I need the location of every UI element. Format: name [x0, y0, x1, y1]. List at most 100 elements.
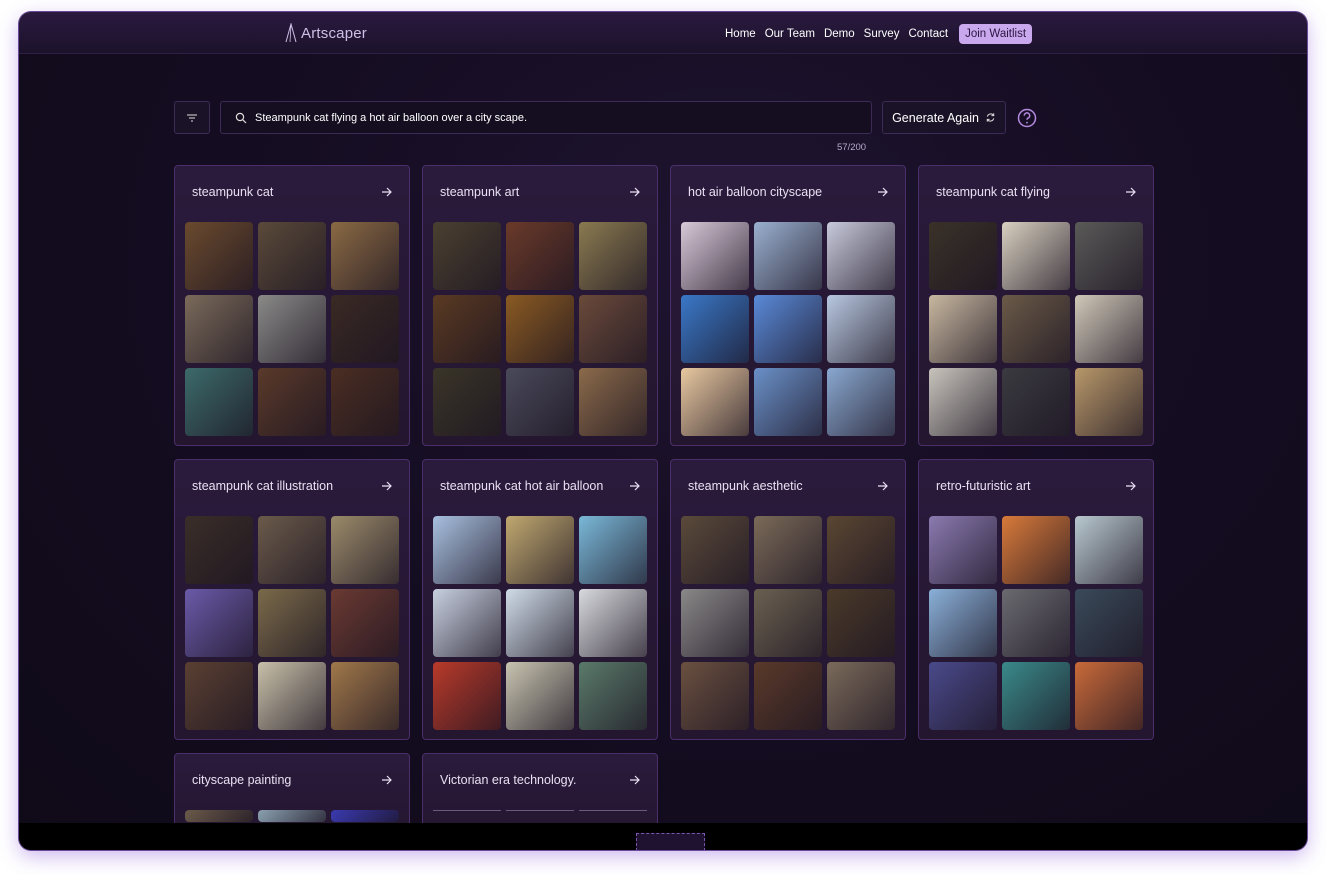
help-icon[interactable]	[1017, 108, 1037, 128]
result-thumbnail[interactable]	[331, 662, 399, 730]
result-thumbnail[interactable]	[331, 295, 399, 363]
result-thumbnail[interactable]	[929, 368, 997, 436]
result-card[interactable]: steampunk cat hot air balloon	[422, 459, 658, 740]
result-thumbnail[interactable]	[681, 589, 749, 657]
result-thumbnail[interactable]	[331, 368, 399, 436]
generate-again-button[interactable]: Generate Again	[882, 101, 1006, 134]
result-thumbnail[interactable]	[827, 589, 895, 657]
result-thumbnail[interactable]	[754, 516, 822, 584]
result-thumbnail[interactable]	[579, 516, 647, 584]
arrow-right-icon[interactable]	[877, 186, 889, 198]
result-thumbnail[interactable]	[506, 295, 574, 363]
result-thumbnail[interactable]	[754, 222, 822, 290]
result-thumbnail[interactable]	[929, 662, 997, 730]
nav-demo[interactable]: Demo	[824, 28, 855, 40]
result-thumbnail[interactable]	[331, 810, 399, 822]
result-thumbnail[interactable]	[681, 222, 749, 290]
result-thumbnail[interactable]	[827, 222, 895, 290]
result-thumbnail[interactable]	[579, 222, 647, 290]
result-thumbnail[interactable]	[258, 662, 326, 730]
result-thumbnail[interactable]	[1075, 222, 1143, 290]
result-thumbnail[interactable]	[827, 368, 895, 436]
result-thumbnail[interactable]	[1075, 589, 1143, 657]
result-thumbnail[interactable]	[1002, 222, 1070, 290]
result-thumbnail[interactable]	[579, 295, 647, 363]
result-card[interactable]: hot air balloon cityscape	[670, 165, 906, 446]
arrow-right-icon[interactable]	[381, 186, 393, 198]
result-card[interactable]: steampunk art	[422, 165, 658, 446]
result-thumbnail[interactable]	[1002, 368, 1070, 436]
result-thumbnail[interactable]	[1002, 295, 1070, 363]
result-thumbnail[interactable]	[1002, 662, 1070, 730]
result-thumbnail[interactable]	[258, 589, 326, 657]
broken-image[interactable]	[579, 810, 647, 822]
result-thumbnail[interactable]	[754, 368, 822, 436]
arrow-right-icon[interactable]	[877, 480, 889, 492]
result-thumbnail[interactable]	[1075, 662, 1143, 730]
broken-image[interactable]	[433, 810, 501, 822]
nav-contact[interactable]: Contact	[908, 28, 948, 40]
result-card[interactable]: steampunk cat	[174, 165, 410, 446]
result-card[interactable]: steampunk cat flying	[918, 165, 1154, 446]
result-thumbnail[interactable]	[258, 368, 326, 436]
result-thumbnail[interactable]	[929, 589, 997, 657]
nav-home[interactable]: Home	[725, 28, 756, 40]
join-waitlist-button[interactable]: Join Waitlist	[959, 24, 1033, 44]
result-thumbnail[interactable]	[433, 368, 501, 436]
result-thumbnail[interactable]	[929, 516, 997, 584]
result-thumbnail[interactable]	[433, 589, 501, 657]
arrow-right-icon[interactable]	[381, 480, 393, 492]
result-thumbnail[interactable]	[185, 810, 253, 822]
result-thumbnail[interactable]	[506, 662, 574, 730]
result-thumbnail[interactable]	[1075, 516, 1143, 584]
result-thumbnail[interactable]	[433, 516, 501, 584]
result-thumbnail[interactable]	[185, 222, 253, 290]
result-thumbnail[interactable]	[1002, 589, 1070, 657]
result-thumbnail[interactable]	[579, 368, 647, 436]
result-thumbnail[interactable]	[258, 295, 326, 363]
result-thumbnail[interactable]	[681, 368, 749, 436]
result-thumbnail[interactable]	[929, 295, 997, 363]
result-thumbnail[interactable]	[754, 662, 822, 730]
result-thumbnail[interactable]	[506, 589, 574, 657]
result-thumbnail[interactable]	[506, 368, 574, 436]
result-thumbnail[interactable]	[433, 295, 501, 363]
result-thumbnail[interactable]	[433, 222, 501, 290]
result-thumbnail[interactable]	[185, 368, 253, 436]
result-thumbnail[interactable]	[579, 589, 647, 657]
nav-survey[interactable]: Survey	[864, 28, 900, 40]
result-card[interactable]: retro-futuristic art	[918, 459, 1154, 740]
result-thumbnail[interactable]	[185, 516, 253, 584]
bottom-drawer-handle[interactable]	[636, 833, 705, 850]
result-thumbnail[interactable]	[929, 222, 997, 290]
nav-our-team[interactable]: Our Team	[765, 28, 815, 40]
arrow-right-icon[interactable]	[629, 480, 641, 492]
arrow-right-icon[interactable]	[1125, 480, 1137, 492]
filter-button[interactable]	[174, 101, 210, 134]
result-thumbnail[interactable]	[579, 662, 647, 730]
result-thumbnail[interactable]	[185, 295, 253, 363]
result-thumbnail[interactable]	[681, 662, 749, 730]
result-card[interactable]: steampunk aesthetic	[670, 459, 906, 740]
result-thumbnail[interactable]	[827, 662, 895, 730]
result-thumbnail[interactable]	[258, 222, 326, 290]
result-thumbnail[interactable]	[185, 662, 253, 730]
arrow-right-icon[interactable]	[629, 774, 641, 786]
result-thumbnail[interactable]	[1002, 516, 1070, 584]
result-card[interactable]: steampunk cat illustration	[174, 459, 410, 740]
result-thumbnail[interactable]	[1075, 295, 1143, 363]
result-thumbnail[interactable]	[754, 295, 822, 363]
arrow-right-icon[interactable]	[629, 186, 641, 198]
result-thumbnail[interactable]	[185, 589, 253, 657]
result-thumbnail[interactable]	[827, 295, 895, 363]
result-thumbnail[interactable]	[258, 810, 326, 822]
result-thumbnail[interactable]	[258, 516, 326, 584]
logo[interactable]: Artscaper	[285, 23, 367, 43]
broken-image[interactable]	[506, 810, 574, 822]
result-thumbnail[interactable]	[681, 516, 749, 584]
result-thumbnail[interactable]	[506, 516, 574, 584]
result-thumbnail[interactable]	[331, 589, 399, 657]
result-thumbnail[interactable]	[754, 589, 822, 657]
arrow-right-icon[interactable]	[1125, 186, 1137, 198]
result-thumbnail[interactable]	[681, 295, 749, 363]
